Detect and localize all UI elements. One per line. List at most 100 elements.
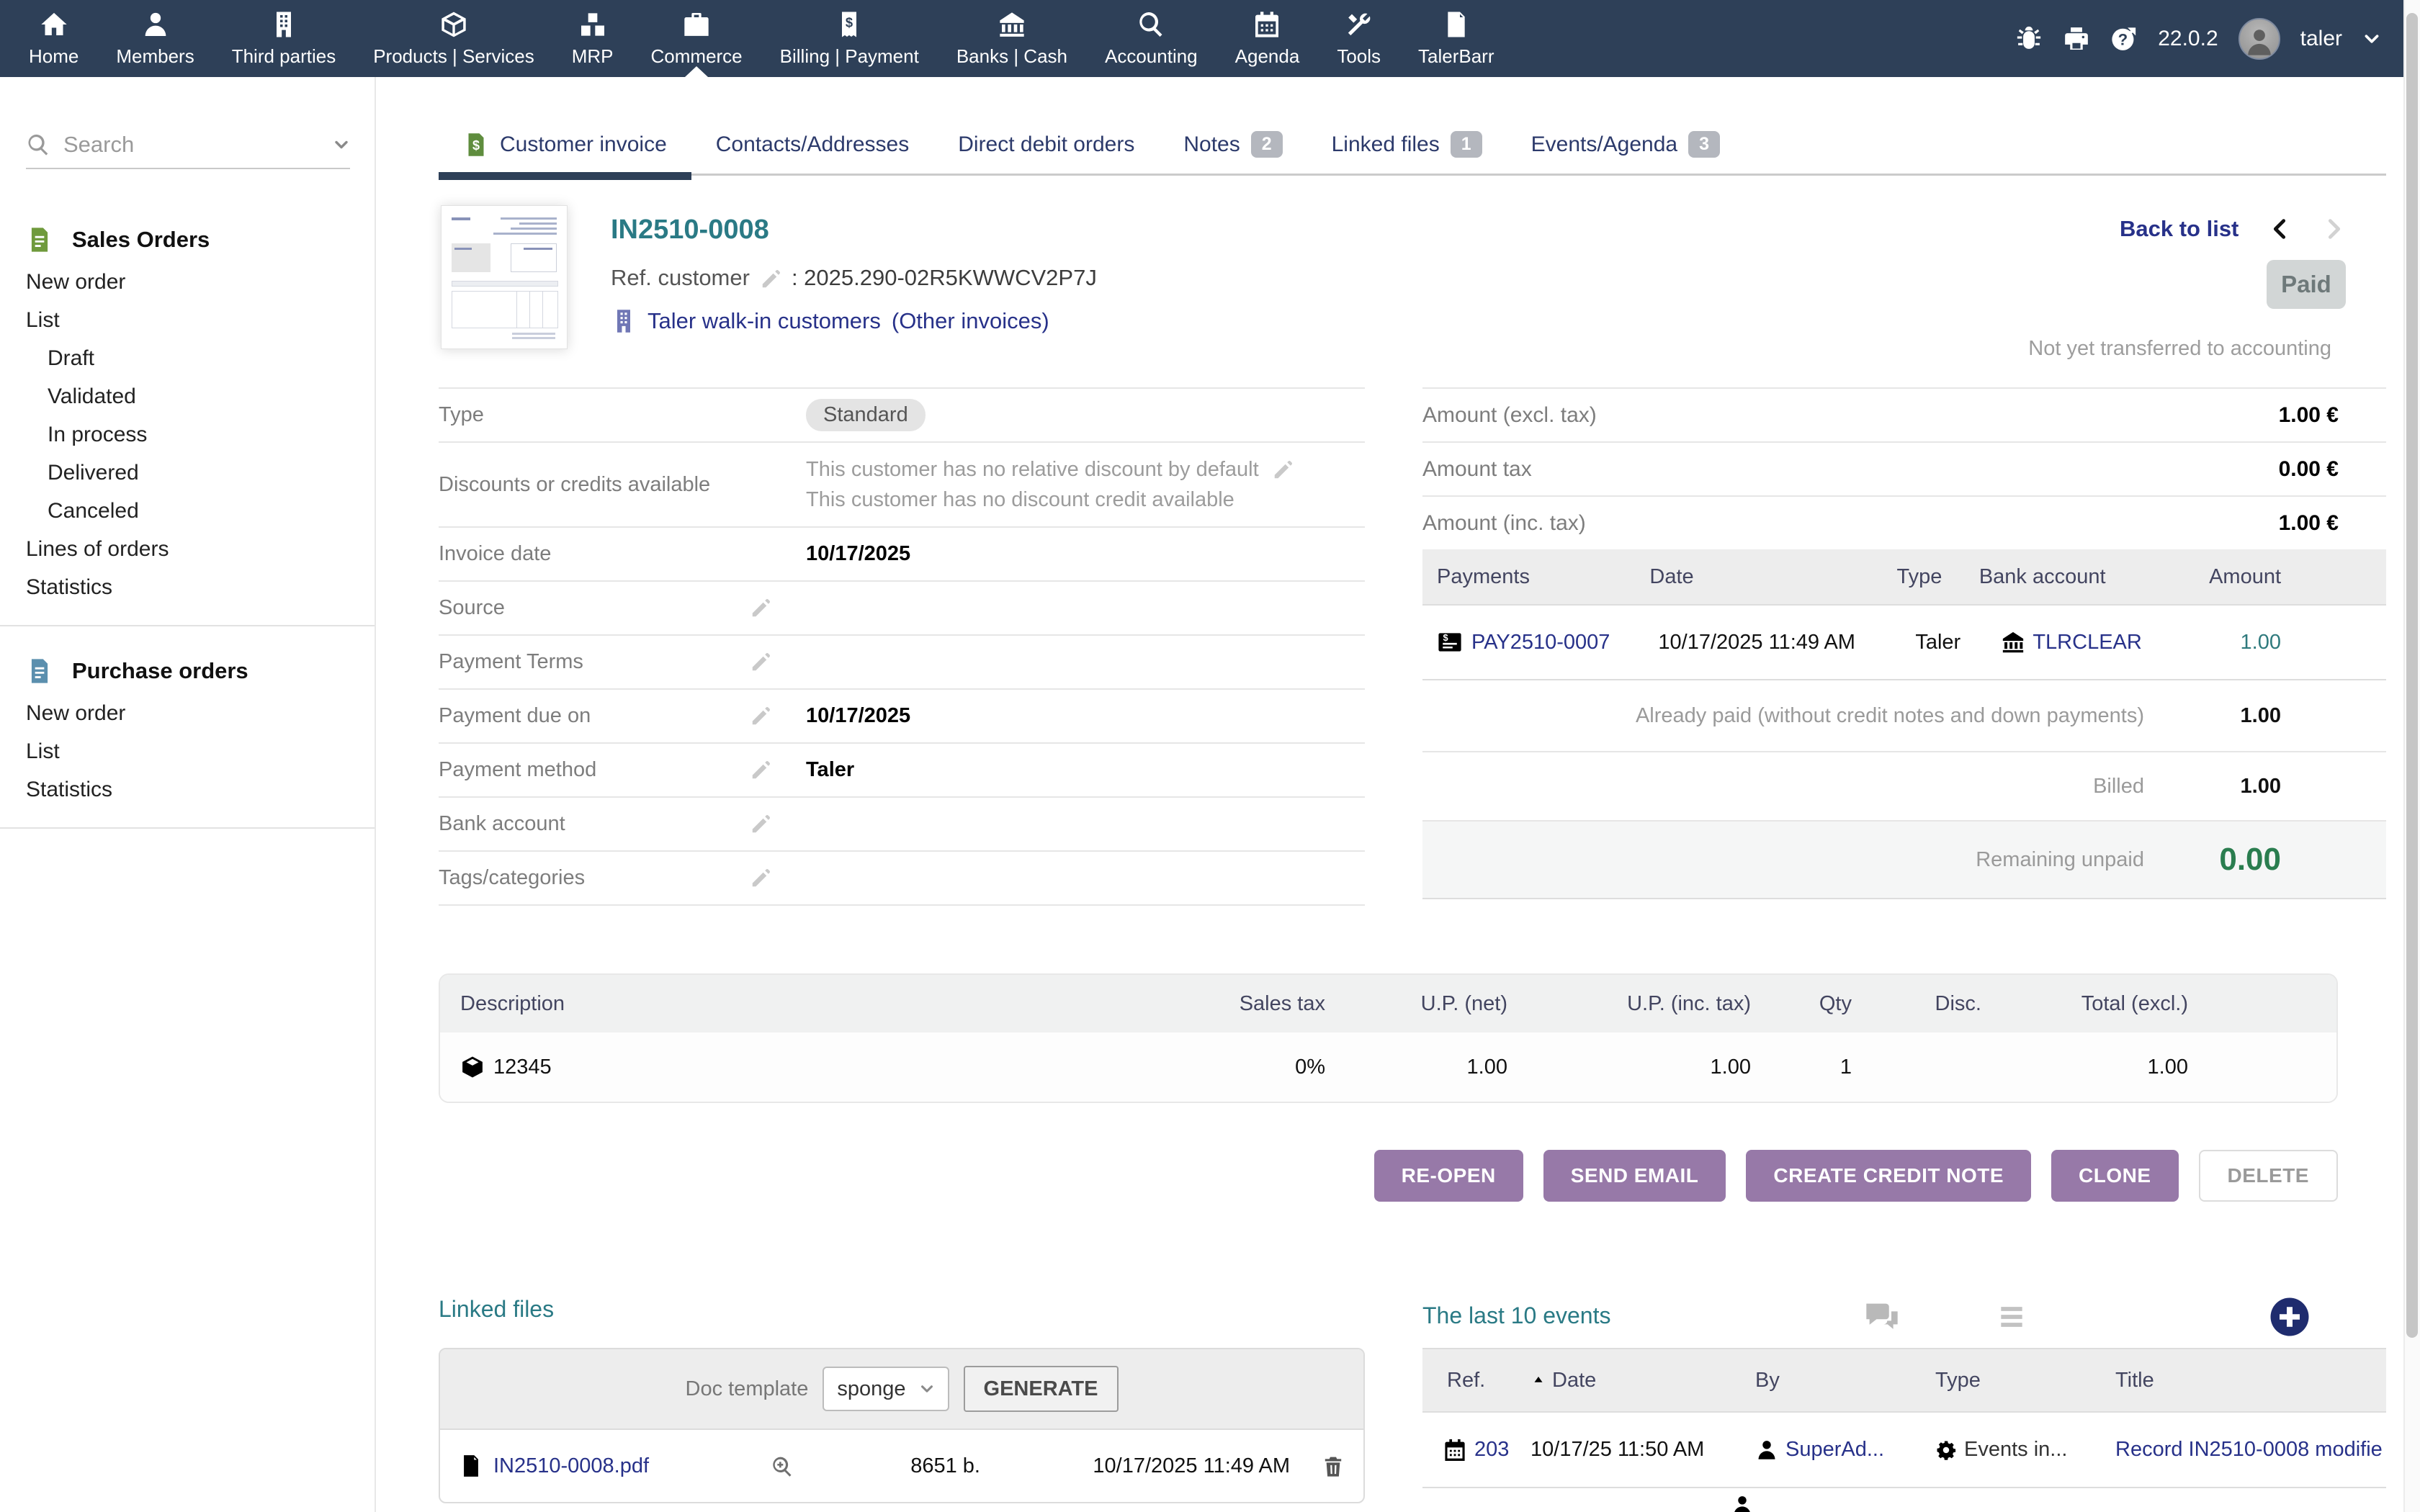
add-event-icon[interactable] [2268,1295,2311,1338]
event-user-link[interactable]: SuperAd... [1785,1438,1884,1462]
field-label: Type [439,403,750,427]
nav-item-agenda[interactable]: Agenda [1216,0,1319,77]
nav-item-home[interactable]: Home [10,0,97,77]
sidebar-item-canceled[interactable]: Canceled [0,492,375,530]
back-to-list-link[interactable]: Back to list [2120,216,2238,242]
amount-value: 0.00 € [2279,457,2339,482]
other-invoices-link[interactable]: (Other invoices) [892,308,1049,334]
line-total: 1.00 [1981,1056,2188,1079]
amount-label: Amount tax [1422,457,1532,482]
line-up-net: 1.00 [1325,1056,1507,1079]
invoice-date-value: 10/17/2025 [806,542,910,566]
doc-template-select[interactable]: sponge [823,1367,949,1411]
pencil-icon[interactable] [750,704,806,728]
bank-icon [2001,630,2025,654]
trash-icon[interactable] [1290,1454,1345,1477]
sidebar-item-validated[interactable]: Validated [0,377,375,415]
tab-badge: 3 [1688,131,1720,158]
chevron-left-icon[interactable] [2269,217,2292,240]
nav-item-tools[interactable]: Tools [1318,0,1399,77]
billed-row: Billed 1.00 [1422,752,2386,822]
discount-line-2: This customer has no discount credit ava… [806,485,1294,515]
pencil-icon[interactable] [750,758,806,782]
scrollbar-thumb[interactable] [2406,13,2418,1338]
sidebar-item-list[interactable]: List [0,301,375,339]
avatar[interactable] [2238,18,2280,60]
pencil-icon[interactable] [750,650,806,674]
pencil-icon[interactable] [750,866,806,890]
sidebar-item-statistics[interactable]: Statistics [0,568,375,606]
sidebar-section-purchase-orders[interactable]: Purchase orders [0,648,375,694]
sidebar-item-po-statistics[interactable]: Statistics [0,770,375,809]
list-view-icon[interactable] [1996,1301,2027,1333]
nav-item-members[interactable]: Members [97,0,212,77]
field-row-invoice-date: Invoice date 10/17/2025 [439,528,1365,582]
search-input[interactable] [63,132,320,158]
preview-zoom-icon[interactable] [750,1454,815,1477]
nav-item-mrp[interactable]: MRP [553,0,632,77]
column-header-date[interactable]: Date [1531,1369,1755,1392]
sidebar-item-delivered[interactable]: Delivered [0,454,375,492]
tab-direct-debit-orders[interactable]: Direct debit orders [933,114,1159,175]
event-ref-link[interactable]: 203 [1474,1438,1509,1462]
reopen-button[interactable]: RE-OPEN [1374,1150,1523,1202]
payments-header: Payments Date Type Bank account Amount [1422,549,2386,606]
pencil-icon[interactable] [760,265,781,291]
discount-line-1: This customer has no relative discount b… [806,458,1259,481]
tab-bar: Customer invoice Contacts/Addresses Dire… [439,115,2386,176]
sidebar-section-sales-orders[interactable]: Sales Orders [0,217,375,263]
invoice-pdf-thumbnail[interactable] [441,205,568,349]
help-icon[interactable] [2110,25,2138,53]
amounts-table: Amount (excl. tax) 1.00 € Amount tax 0.0… [1422,387,2386,551]
column-header: Description [440,992,1160,1016]
printer-icon[interactable] [2063,25,2090,53]
nav-item-billing-payment[interactable]: Billing | Payment [761,0,938,77]
tab-notes[interactable]: Notes 2 [1159,114,1307,175]
nav-item-third-parties[interactable]: Third parties [213,0,355,77]
summary-value: 1.00 [2195,775,2281,798]
tab-contacts-addresses[interactable]: Contacts/Addresses [691,114,933,175]
nav-item-talerbarr[interactable]: TalerBarr [1399,0,1512,77]
tab-events-agenda[interactable]: Events/Agenda 3 [1507,114,1744,175]
pencil-icon[interactable] [1266,458,1294,481]
bank-account-link[interactable]: TLRCLEAR [2033,631,2142,654]
tab-badge: 1 [1451,131,1482,158]
create-credit-note-button[interactable]: CREATE CREDIT NOTE [1746,1150,2031,1202]
clone-button[interactable]: CLONE [2051,1150,2179,1202]
sidebar-item-new-order[interactable]: New order [0,263,375,301]
scrollbar-track[interactable] [2403,0,2420,1512]
chevron-down-icon[interactable] [2362,30,2381,48]
invoice-line-row[interactable]: 12345 0% 1.00 1.00 1 1.00 [440,1032,2336,1102]
mrp-boxes-icon [578,10,607,39]
nav-item-label: MRP [572,45,614,68]
file-link[interactable]: IN2510-0008.pdf [493,1454,649,1478]
sidebar-section-title: Purchase orders [72,658,248,684]
sidebar-search [26,122,350,169]
pencil-icon[interactable] [750,596,806,620]
ref-customer-value: : 2025.290-02R5KWWCV2P7J [792,265,1097,291]
sidebar-item-po-list[interactable]: List [0,732,375,770]
bug-icon[interactable] [2015,25,2043,53]
chat-icon[interactable] [1863,1298,1901,1336]
nav-item-products-services[interactable]: Products | Services [354,0,553,77]
sidebar-item-draft[interactable]: Draft [0,339,375,377]
pencil-icon[interactable] [750,812,806,836]
summary-label: Remaining unpaid [1976,848,2144,872]
sidebar-item-lines-of-orders[interactable]: Lines of orders [0,530,375,568]
payment-ref-link[interactable]: PAY2510-0007 [1471,631,1610,654]
tab-linked-files[interactable]: Linked files 1 [1307,114,1507,175]
delete-button[interactable]: DELETE [2199,1150,2338,1202]
sidebar-item-in-process[interactable]: In process [0,415,375,454]
tab-customer-invoice[interactable]: Customer invoice [439,114,691,175]
customer-link[interactable]: Taler walk-in customers [647,308,881,334]
nav-item-commerce[interactable]: Commerce [632,0,761,77]
user-name[interactable]: taler [2300,27,2342,51]
nav-item-banks-cash[interactable]: Banks | Cash [938,0,1086,77]
send-email-button[interactable]: SEND EMAIL [1543,1150,1726,1202]
search-options-caret-icon[interactable] [333,136,350,153]
nav-item-accounting[interactable]: Accounting [1086,0,1216,77]
generate-button[interactable]: GENERATE [964,1366,1119,1412]
event-row: 203 10/17/25 11:50 AM SuperAd... Events … [1422,1413,2386,1488]
sidebar-item-po-new-order[interactable]: New order [0,694,375,732]
event-title-link[interactable]: Record IN2510-0008 modifie [2115,1438,2383,1461]
